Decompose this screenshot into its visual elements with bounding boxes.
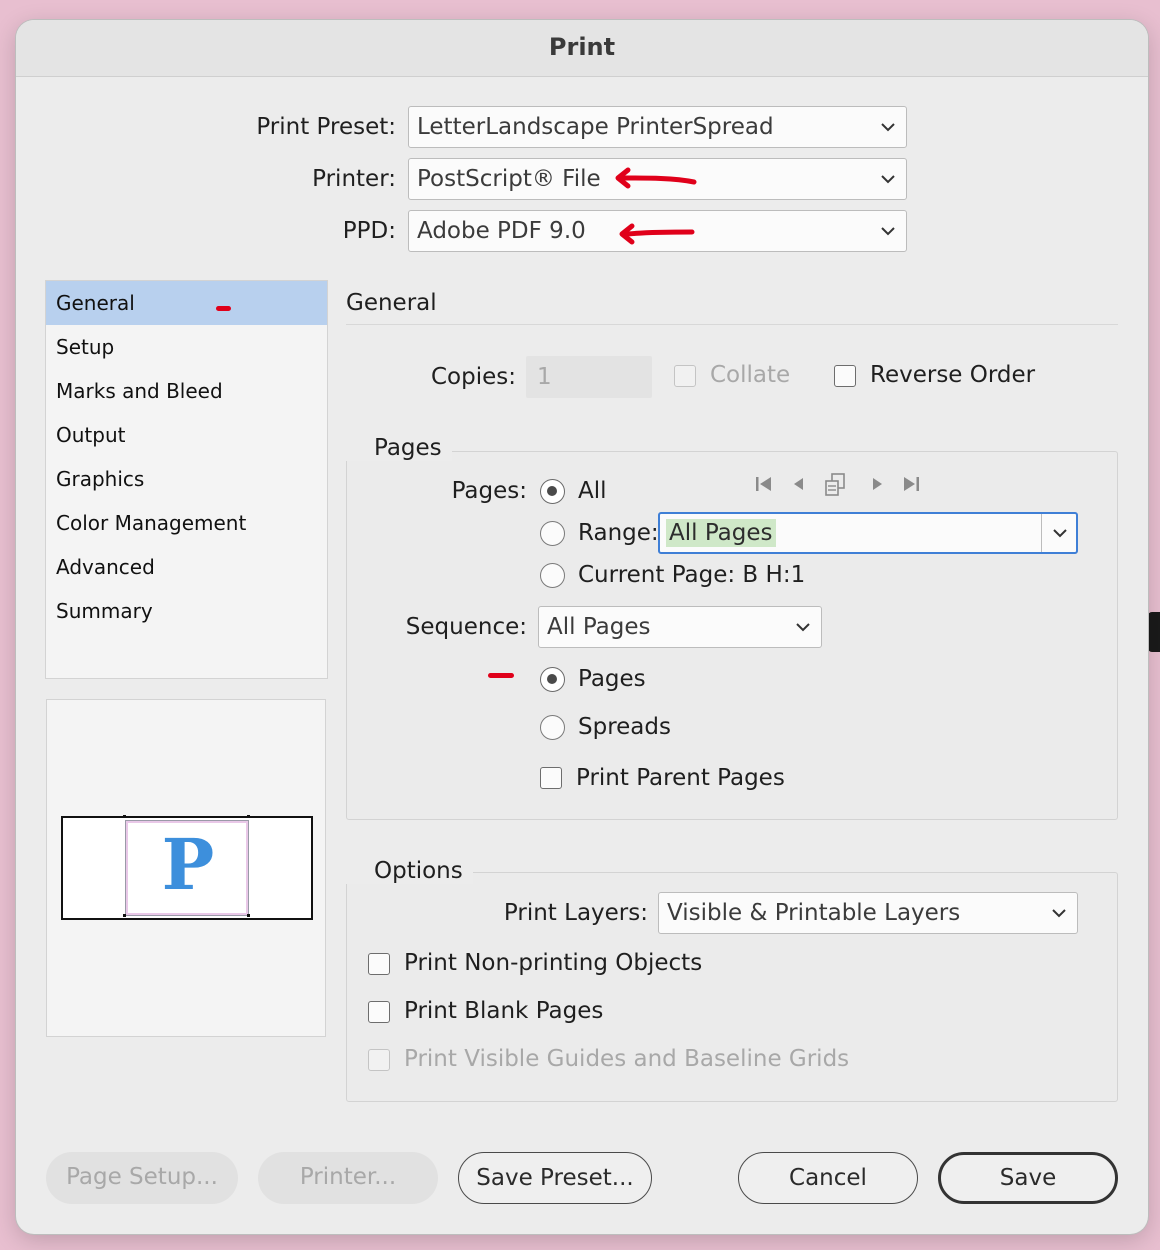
- print-blank-pages-checkbox[interactable]: [368, 1001, 390, 1023]
- last-page-icon[interactable]: [901, 474, 921, 494]
- preview-letter: P: [161, 823, 215, 906]
- previous-page-icon[interactable]: [790, 474, 808, 494]
- sidebar-item-graphics[interactable]: Graphics: [46, 457, 327, 501]
- preview-spread: P: [61, 815, 313, 920]
- crop-mark: [123, 815, 126, 818]
- category-sidebar: General Setup Marks and Bleed Output Gra…: [45, 280, 328, 679]
- chevron-down-icon: [1052, 909, 1066, 918]
- pages-range-label: Range:: [578, 520, 659, 546]
- layout-spreads-radio[interactable]: [540, 715, 565, 740]
- printer-button[interactable]: Printer...: [258, 1152, 438, 1204]
- chevron-down-icon: [881, 227, 895, 236]
- red-dash-annotation: [216, 306, 231, 311]
- copies-field[interactable]: 1: [526, 356, 652, 398]
- save-button[interactable]: Save: [938, 1152, 1118, 1204]
- crop-mark: [123, 914, 126, 917]
- print-guides-label: Print Visible Guides and Baseline Grids: [404, 1046, 850, 1072]
- copies-value: 1: [537, 364, 552, 390]
- crop-mark: [247, 914, 250, 917]
- copies-label: Copies:: [430, 364, 516, 390]
- section-divider: [346, 324, 1118, 325]
- page-setup-button[interactable]: Page Setup...: [46, 1152, 238, 1204]
- print-layers-value: Visible & Printable Layers: [667, 900, 961, 926]
- section-heading: General: [346, 290, 437, 316]
- page-select-icon[interactable]: [822, 471, 850, 499]
- save-preset-button[interactable]: Save Preset...: [458, 1152, 652, 1204]
- first-page-icon[interactable]: [754, 474, 774, 494]
- layout-pages-label: Pages: [578, 666, 646, 692]
- sidebar-item-setup[interactable]: Setup: [46, 325, 327, 369]
- sidebar-item-color-management[interactable]: Color Management: [46, 501, 327, 545]
- pages-group-title: Pages: [346, 435, 452, 461]
- chevron-down-icon: [1053, 529, 1067, 538]
- printer-value: PostScript® File: [417, 166, 601, 192]
- background-window-edge: [1148, 612, 1160, 652]
- window-title: Print: [16, 20, 1148, 77]
- next-page-icon[interactable]: [868, 474, 886, 494]
- pages-all-radio[interactable]: [540, 479, 565, 504]
- ppd-value: Adobe PDF 9.0: [417, 218, 586, 244]
- print-layers-select[interactable]: Visible & Printable Layers: [658, 892, 1078, 934]
- pages-current-radio[interactable]: [540, 563, 565, 588]
- layout-pages-radio[interactable]: [540, 667, 565, 692]
- reverse-order-checkbox[interactable]: [834, 365, 856, 387]
- collate-label: Collate: [710, 362, 791, 388]
- range-input[interactable]: All Pages: [660, 514, 1041, 552]
- chevron-down-icon: [881, 123, 895, 132]
- crop-mark: [247, 815, 250, 818]
- print-blank-pages-label: Print Blank Pages: [404, 998, 604, 1024]
- layout-spreads-label: Spreads: [578, 714, 671, 740]
- sidebar-item-summary[interactable]: Summary: [46, 589, 327, 633]
- ppd-label: PPD:: [342, 218, 396, 244]
- sidebar-item-general[interactable]: General: [46, 281, 327, 325]
- sidebar-item-output[interactable]: Output: [46, 413, 327, 457]
- preview-page: P: [125, 820, 249, 916]
- sequence-label: Sequence:: [405, 614, 527, 640]
- range-value: All Pages: [666, 519, 776, 547]
- print-preset-select[interactable]: LetterLandscape PrinterSpread: [408, 106, 907, 148]
- red-dash-annotation: [488, 673, 514, 678]
- print-preset-label: Print Preset:: [256, 114, 396, 140]
- pages-current-label: Current Page: B H:1: [578, 562, 806, 588]
- page-preview: P: [46, 699, 326, 1037]
- chevron-down-icon: [881, 175, 895, 184]
- reverse-order-label: Reverse Order: [870, 362, 1036, 388]
- collate-checkbox[interactable]: [674, 365, 696, 387]
- pages-all-label: All: [578, 478, 607, 504]
- range-dropdown-button[interactable]: [1041, 514, 1076, 552]
- print-parent-pages-label: Print Parent Pages: [576, 765, 785, 791]
- sidebar-item-advanced[interactable]: Advanced: [46, 545, 327, 589]
- cancel-button[interactable]: Cancel: [738, 1152, 918, 1204]
- red-arrow-annotation: [619, 223, 695, 245]
- print-nonprinting-checkbox[interactable]: [368, 953, 390, 975]
- sequence-select[interactable]: All Pages: [538, 606, 822, 648]
- sidebar-item-marks-and-bleed[interactable]: Marks and Bleed: [46, 369, 327, 413]
- printer-label: Printer:: [312, 166, 396, 192]
- print-parent-pages-checkbox[interactable]: [540, 767, 562, 789]
- chevron-down-icon: [796, 623, 810, 632]
- print-nonprinting-label: Print Non-printing Objects: [404, 950, 703, 976]
- range-combobox[interactable]: All Pages: [658, 512, 1078, 554]
- print-preset-value: LetterLandscape PrinterSpread: [417, 114, 774, 140]
- sequence-value: All Pages: [547, 614, 651, 640]
- print-dialog: Print Print Preset: LetterLandscape Prin…: [16, 20, 1148, 1234]
- options-group-title: Options: [346, 858, 473, 884]
- pages-label: Pages:: [451, 478, 527, 504]
- print-layers-label: Print Layers:: [503, 900, 648, 926]
- red-arrow-annotation: [615, 167, 697, 189]
- pages-range-radio[interactable]: [540, 521, 565, 546]
- print-guides-checkbox[interactable]: [368, 1049, 390, 1071]
